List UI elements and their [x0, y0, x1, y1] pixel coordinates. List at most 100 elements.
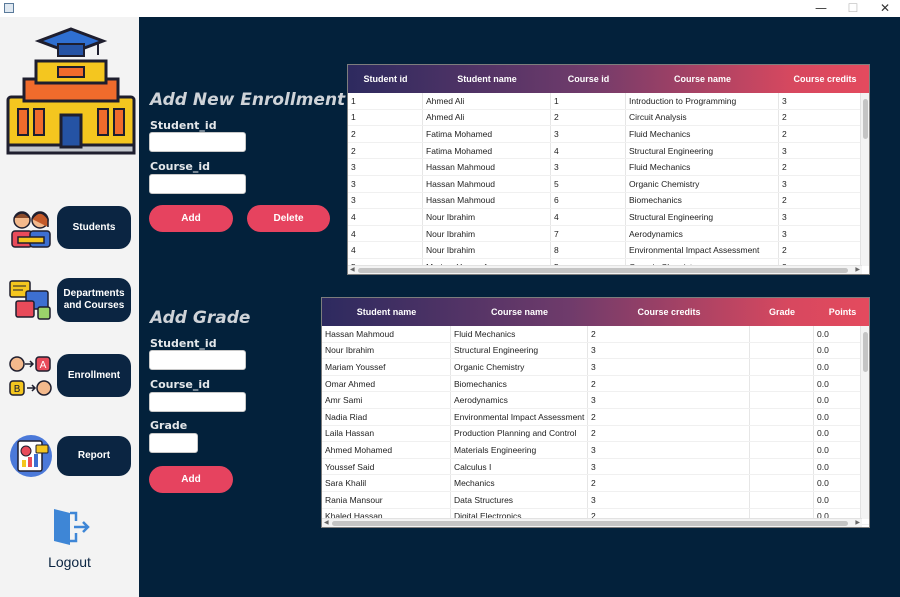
table-cell	[750, 375, 814, 392]
column-header[interactable]: Course name	[451, 298, 588, 326]
table-cell: Fluid Mechanics	[451, 326, 588, 342]
enrollment-add-button[interactable]: Add	[149, 205, 233, 232]
table-cell: Organic Chemistry	[451, 359, 588, 375]
grade-student-label: Student_id	[150, 337, 217, 350]
grade-add-button[interactable]: Add	[149, 466, 233, 493]
table-row[interactable]: 4 Nour Ibrahim 4 Structural Engineering 3	[348, 209, 869, 226]
table-row[interactable]: 2 Fatima Mohamed 4 Structural Engineering 3	[348, 142, 869, 160]
table-row[interactable]: Ahmed Mohamed Materials Engineering 3 0.0	[322, 442, 869, 459]
table-row[interactable]: 1 Ahmed Ali 1 Introduction to Programming 3	[348, 93, 869, 110]
table-cell: 2	[588, 408, 750, 425]
table-cell: 3	[779, 226, 869, 242]
table-row[interactable]: Sara Khalil Mechanics 2 0.0	[322, 475, 869, 492]
table-row[interactable]: Nour Ibrahim Structural Engineering 3 0.0	[322, 342, 869, 360]
horizontal-scrollbar[interactable]: ◀ ▶	[348, 265, 862, 274]
enrollment-course-input[interactable]	[149, 174, 246, 194]
table-row[interactable]: 4 Nour Ibrahim 8 Environmental Impact Asses…	[348, 242, 869, 259]
table-cell: Environmental Impact Assessment	[626, 242, 779, 258]
table-cell: Introduction to Programming	[626, 93, 779, 109]
table-cell: Fluid Mechanics	[626, 126, 779, 142]
table-row[interactable]: Youssef Said Calculus I 3 0.0	[322, 458, 869, 476]
table-row[interactable]: Mariam Youssef Organic Chemistry 3 0.0	[322, 359, 869, 376]
table-row[interactable]: Amr Sami Aerodynamics 3 0.0	[322, 392, 869, 409]
table-row[interactable]: Laila Hassan Production Planning and Cont…	[322, 425, 869, 443]
table-cell: 3	[588, 359, 750, 375]
column-header[interactable]: Student name	[423, 65, 551, 93]
logout-icon[interactable]	[50, 507, 90, 547]
table-cell	[750, 458, 814, 475]
table-cell: 3	[348, 192, 423, 209]
vertical-scrollbar[interactable]	[860, 326, 869, 519]
table-row[interactable]: Omar Ahmed Biomechanics 2 0.0	[322, 375, 869, 393]
grade-table-header: Student name Course name Course credits …	[322, 298, 869, 326]
column-header[interactable]: Grade	[750, 298, 814, 326]
grade-input[interactable]	[149, 433, 198, 453]
column-header[interactable]: Course credits	[779, 65, 869, 93]
table-row[interactable]: 3 Hassan Mahmoud 6 Biomechanics 2	[348, 192, 869, 210]
table-cell: 3	[779, 209, 869, 225]
table-cell: 2	[551, 109, 626, 126]
report-icon	[10, 435, 52, 477]
table-cell: Nour Ibrahim	[322, 342, 451, 359]
table-row[interactable]: 3 Hassan Mahmoud 5 Organic Chemistry 3	[348, 175, 869, 193]
scroll-left-icon[interactable]: ◀	[324, 519, 329, 527]
table-cell: Aerodynamics	[626, 225, 779, 242]
enrollment-table[interactable]: Student id Student name Course id Course…	[347, 64, 870, 275]
grade-table[interactable]: Student name Course name Course credits …	[321, 297, 870, 528]
column-header[interactable]: Student id	[348, 65, 423, 93]
table-cell: 3	[588, 458, 750, 475]
column-header[interactable]: Course id	[551, 65, 626, 93]
minimize-button[interactable]: —	[806, 0, 836, 17]
table-cell: Materials Engineering	[451, 442, 588, 458]
nav-enrollment-button[interactable]: Enrollment	[57, 354, 131, 397]
table-cell: Fatima Mohamed	[423, 126, 551, 142]
table-row[interactable]: Rania Mansour Data Structures 3 0.0	[322, 491, 869, 509]
horizontal-scrollbar[interactable]: ◀ ▶	[322, 518, 862, 527]
table-cell: 3	[779, 176, 869, 192]
svg-text:B: B	[14, 384, 21, 395]
column-header[interactable]: Points	[814, 298, 869, 326]
column-header[interactable]: Student name	[322, 298, 451, 326]
maximize-button[interactable]: ☐	[838, 0, 868, 17]
table-row[interactable]: 2 Fatima Mohamed 3 Fluid Mechanics 2	[348, 126, 869, 143]
table-cell	[750, 442, 814, 458]
grade-student-input[interactable]	[149, 350, 246, 370]
enrollment-student-input[interactable]	[149, 132, 246, 152]
table-cell: Ahmed Ali	[423, 109, 551, 126]
nav-report-button[interactable]: Report	[57, 436, 131, 476]
column-header[interactable]: Course name	[626, 65, 779, 93]
table-cell: 3	[551, 159, 626, 175]
table-cell: Fatima Mohamed	[423, 142, 551, 159]
grade-course-input[interactable]	[149, 392, 246, 412]
vertical-scrollbar[interactable]	[860, 93, 869, 266]
close-button[interactable]: ✕	[870, 0, 900, 17]
table-cell: 5	[551, 175, 626, 192]
scroll-right-icon[interactable]: ▶	[855, 266, 860, 274]
table-cell	[750, 408, 814, 425]
table-row[interactable]: 3 Hassan Mahmoud 3 Fluid Mechanics 2	[348, 159, 869, 176]
table-cell: Structural Engineering	[626, 209, 779, 225]
scroll-right-icon[interactable]: ▶	[855, 519, 860, 527]
logout-label[interactable]: Logout	[0, 554, 139, 570]
table-cell: 3	[588, 342, 750, 359]
grade-label: Grade	[150, 419, 188, 432]
table-cell: Biomechanics	[626, 192, 779, 209]
table-cell: 7	[551, 225, 626, 242]
enrollment-table-header: Student id Student name Course id Course…	[348, 65, 869, 93]
enrollment-student-label: Student_id	[150, 119, 217, 132]
table-row[interactable]: 1 Ahmed Ali 2 Circuit Analysis 2	[348, 109, 869, 127]
table-cell: Laila Hassan	[322, 425, 451, 442]
table-cell: 2	[588, 375, 750, 392]
table-cell: Omar Ahmed	[322, 375, 451, 392]
sidebar: Students Departments and Courses A B Enr…	[0, 17, 139, 597]
table-row[interactable]: Nadia Riad Environmental Impact Assessmen…	[322, 408, 869, 426]
table-cell: Ahmed Ali	[423, 93, 551, 109]
nav-students-button[interactable]: Students	[57, 206, 131, 249]
table-row[interactable]: 4 Nour Ibrahim 7 Aerodynamics 3	[348, 225, 869, 243]
table-cell: 4	[551, 142, 626, 159]
enrollment-delete-button[interactable]: Delete	[247, 205, 330, 232]
scroll-left-icon[interactable]: ◀	[350, 266, 355, 274]
nav-departments-button[interactable]: Departments and Courses	[57, 278, 131, 322]
table-row[interactable]: Hassan Mahmoud Fluid Mechanics 2 0.0	[322, 326, 869, 343]
column-header[interactable]: Course credits	[588, 298, 750, 326]
